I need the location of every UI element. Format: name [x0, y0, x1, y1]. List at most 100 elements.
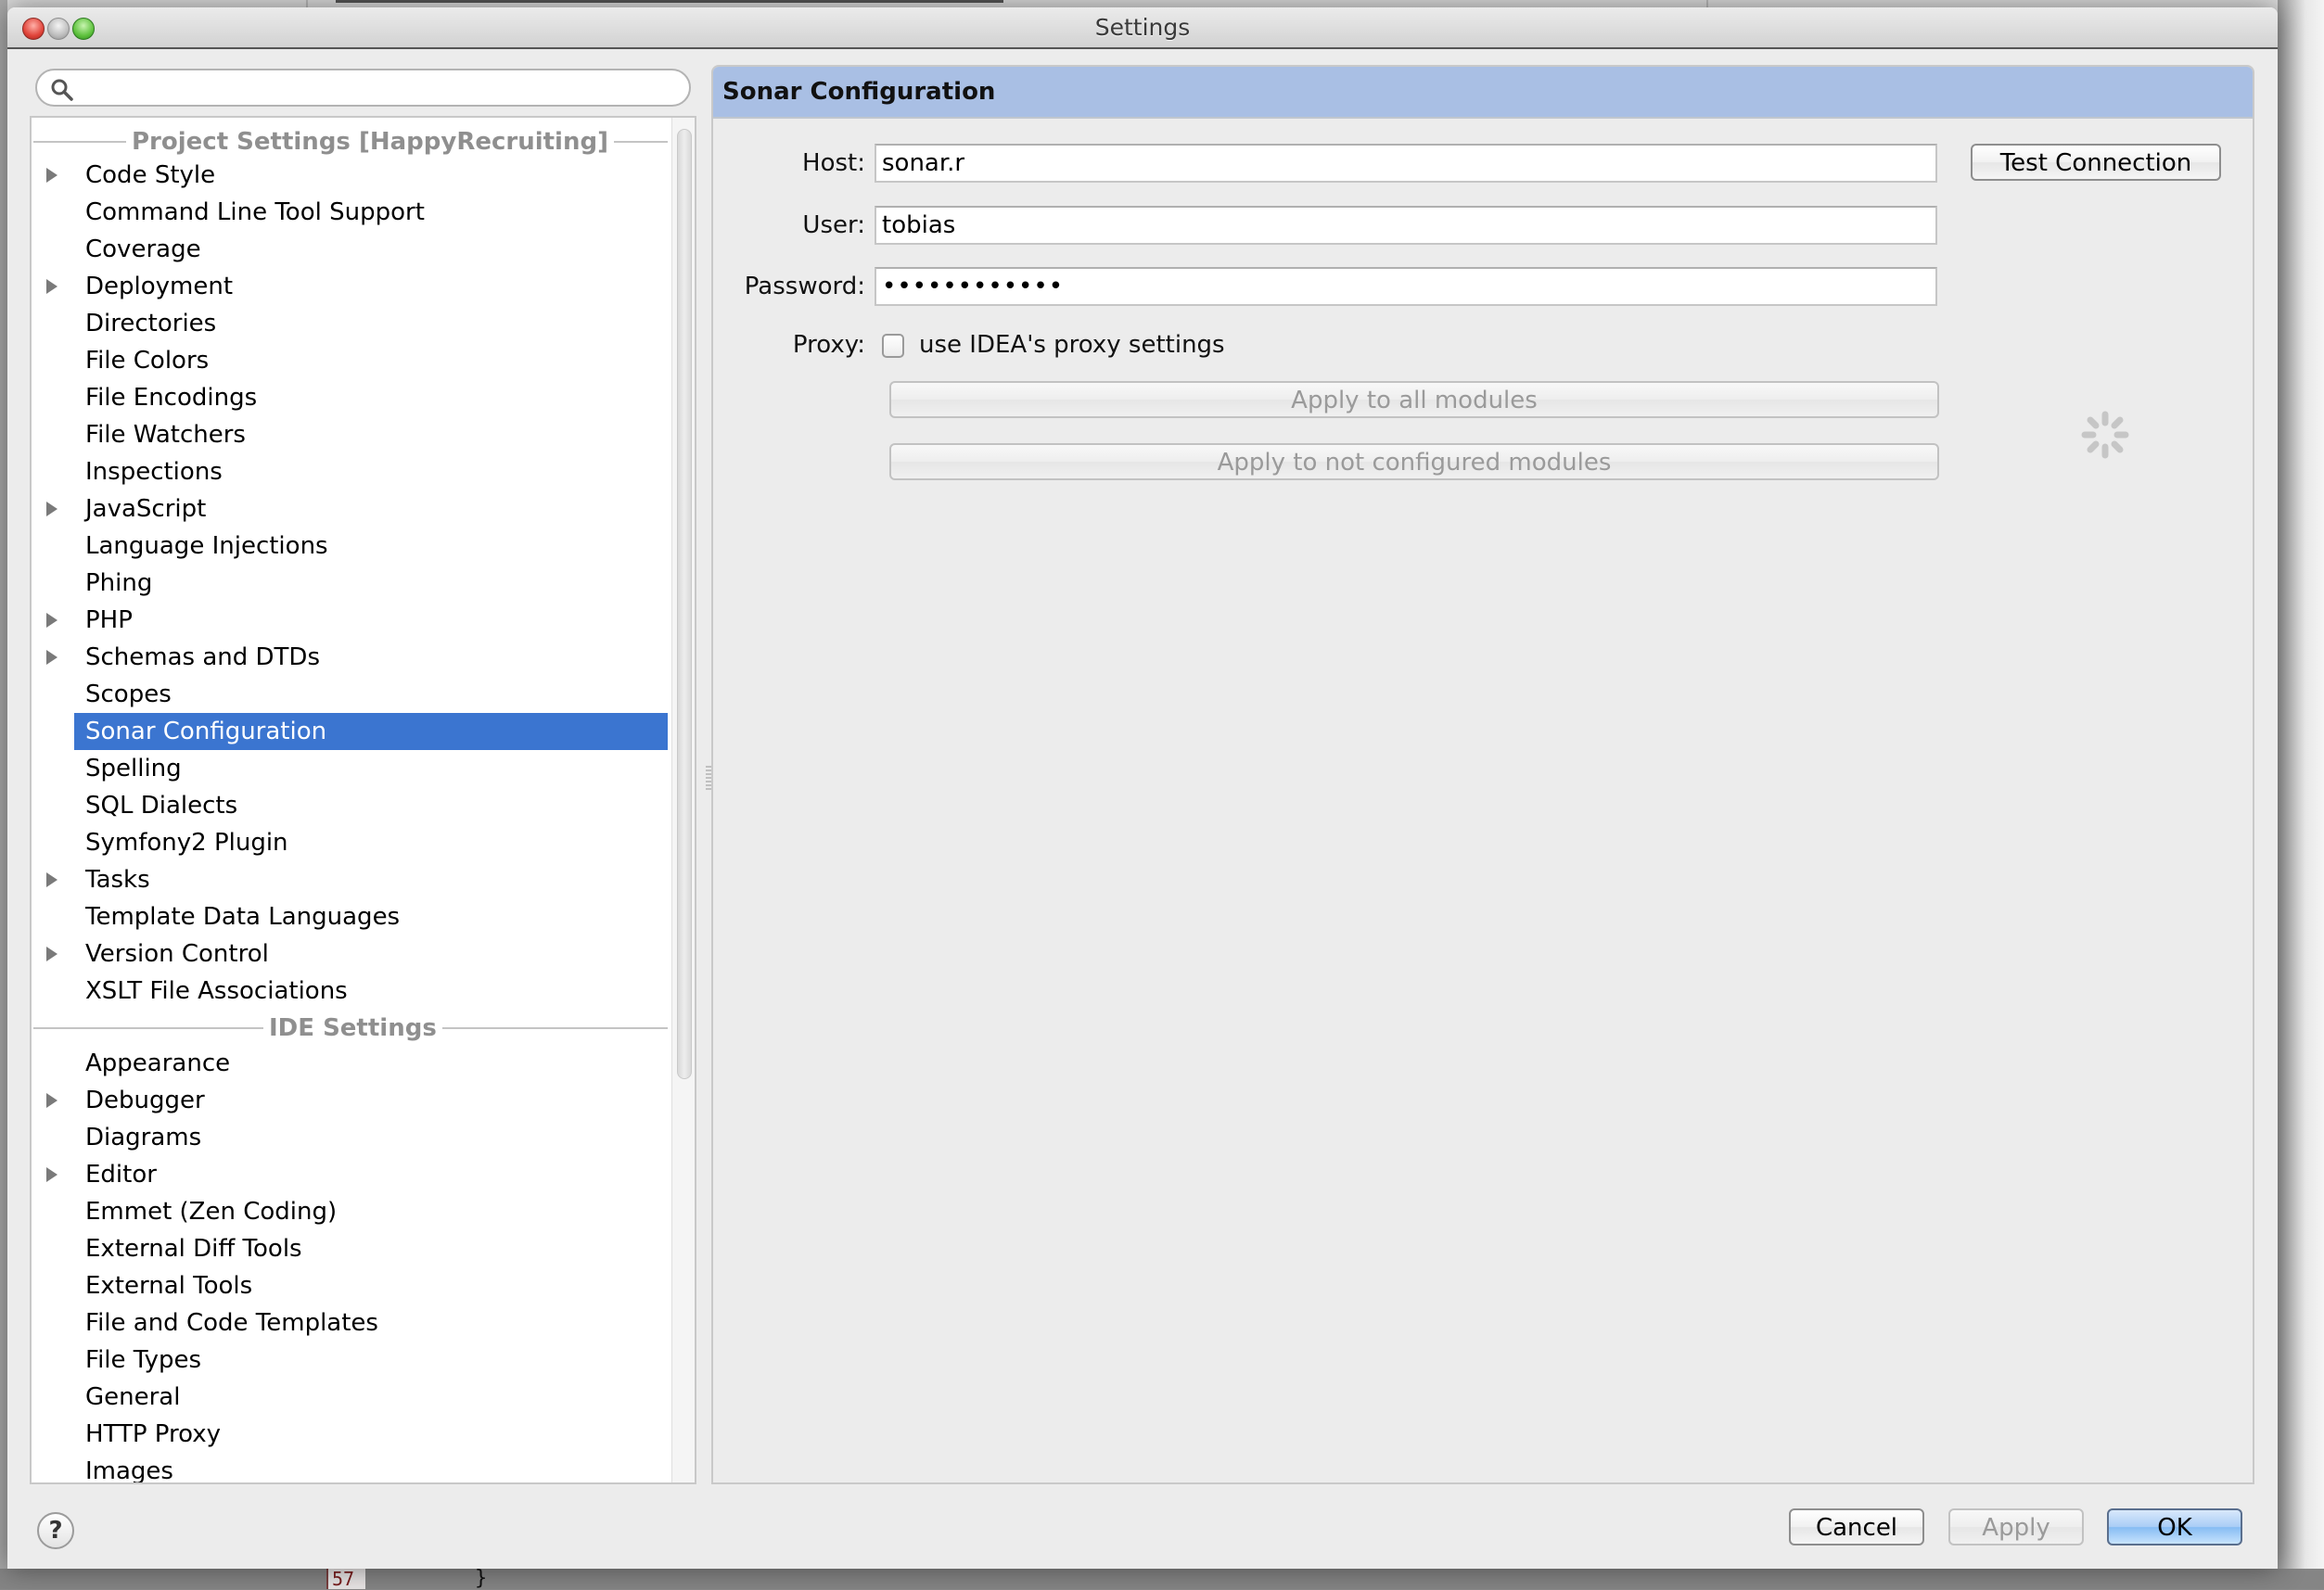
expand-arrow-icon[interactable] [46, 279, 57, 294]
tree-item-label: File and Code Templates [85, 1309, 378, 1337]
tree-group-label: Project Settings [HappyRecruiting] [132, 128, 608, 156]
loading-spinner-icon [2081, 411, 2129, 459]
tree-item-label: HTTP Proxy [85, 1420, 222, 1448]
background-tab-bar [336, 0, 1003, 3]
user-input[interactable] [875, 206, 1937, 245]
tree-item[interactable]: File and Code Templates [32, 1304, 670, 1342]
tree-item[interactable]: Coverage [32, 231, 670, 268]
help-button[interactable]: ? [37, 1512, 74, 1549]
tree-item-label: XSLT File Associations [85, 977, 348, 1005]
tree-item-label: Inspections [85, 458, 223, 486]
tree-scrollbar-thumb[interactable] [677, 129, 692, 1079]
group-divider [441, 1027, 668, 1029]
search-icon [51, 79, 73, 101]
tree-item[interactable]: Appearance [32, 1045, 670, 1082]
tree-item[interactable]: Language Injections [32, 528, 670, 565]
tree-item[interactable]: Debugger [32, 1082, 670, 1119]
tree-item-label: Images [85, 1457, 173, 1484]
tree-item-label: File Types [85, 1346, 202, 1374]
tree-item[interactable]: File Colors [32, 342, 670, 379]
user-label: User: [802, 211, 865, 239]
tree-item[interactable]: External Tools [32, 1267, 670, 1304]
ok-button[interactable]: OK [2107, 1508, 2242, 1545]
background-code-fragment: } [475, 1567, 488, 1590]
tree-item-label: File Watchers [85, 421, 246, 449]
expand-arrow-icon[interactable] [46, 1093, 57, 1108]
tree-item[interactable]: Editor [32, 1156, 670, 1193]
expand-arrow-icon[interactable] [46, 502, 57, 516]
apply-button[interactable]: Apply [1948, 1508, 2084, 1545]
tree-item[interactable]: External Diff Tools [32, 1230, 670, 1267]
tree-item[interactable]: XSLT File Associations [32, 973, 670, 1010]
expand-arrow-icon[interactable] [46, 650, 57, 665]
tree-item[interactable]: Version Control [32, 935, 670, 973]
tree-item[interactable]: Inspections [32, 453, 670, 490]
proxy-label: Proxy: [792, 331, 865, 359]
tree-item-label: Directories [85, 310, 217, 337]
tree-item[interactable]: Tasks [32, 861, 670, 898]
tree-item[interactable]: Diagrams [32, 1119, 670, 1156]
tree-item[interactable]: Symfony2 Plugin [32, 824, 670, 861]
cancel-button[interactable]: Cancel [1789, 1508, 1924, 1545]
tree-item[interactable]: File Encodings [32, 379, 670, 416]
expand-arrow-icon[interactable] [46, 168, 57, 183]
expand-arrow-icon[interactable] [46, 613, 57, 628]
tree-group-label: IDE Settings [269, 1014, 437, 1042]
search-input[interactable] [82, 74, 679, 102]
tree-item[interactable]: Spelling [32, 750, 670, 787]
tree-item-label: Sonar Configuration [85, 718, 327, 745]
tree-item-label: JavaScript [85, 495, 207, 523]
tree-item[interactable]: Directories [32, 305, 670, 342]
tree-item-label: Template Data Languages [85, 903, 401, 931]
tree-item[interactable]: File Watchers [32, 416, 670, 453]
tree-item[interactable]: Code Style [32, 157, 670, 194]
test-connection-button[interactable]: Test Connection [1971, 144, 2221, 181]
tree-item-label: General [85, 1383, 181, 1411]
tree-item-label: Scopes [85, 681, 172, 708]
tree-scrollbar[interactable] [671, 118, 695, 1482]
expand-arrow-icon[interactable] [46, 1167, 57, 1182]
tree-item-label: Command Line Tool Support [85, 198, 425, 226]
password-input[interactable] [875, 267, 1937, 306]
tree-item[interactable]: SQL Dialects [32, 787, 670, 824]
tree-item[interactable]: Command Line Tool Support [32, 194, 670, 231]
tree-item-label: PHP [85, 606, 133, 634]
tree-item[interactable]: Images [32, 1453, 670, 1484]
tree-item[interactable]: Phing [32, 565, 670, 602]
use-idea-proxy-checkbox[interactable] [882, 334, 904, 358]
tree-item[interactable]: Template Data Languages [32, 898, 670, 935]
tree-item[interactable]: Emmet (Zen Coding) [32, 1193, 670, 1230]
tree-item[interactable]: Scopes [32, 676, 670, 713]
tree-item[interactable]: PHP [32, 602, 670, 639]
host-input[interactable] [875, 144, 1937, 183]
tree-item-label: Symfony2 Plugin [85, 829, 288, 857]
background-editor-bottom: 57 } [0, 1567, 2324, 1590]
tree-item[interactable]: HTTP Proxy [32, 1416, 670, 1453]
tree-item[interactable]: Schemas and DTDs [32, 639, 670, 676]
tree-item-label: External Diff Tools [85, 1235, 302, 1263]
use-idea-proxy-label[interactable]: use IDEA's proxy settings [919, 326, 1225, 363]
group-divider [33, 1027, 263, 1029]
title-bar[interactable]: Settings [7, 7, 2278, 49]
settings-search-field[interactable] [35, 69, 691, 107]
tree-item[interactable]: JavaScript [32, 490, 670, 528]
apply-to-all-modules-button[interactable]: Apply to all modules [889, 381, 1939, 418]
tree-item[interactable]: Deployment [32, 268, 670, 305]
settings-dialog: Settings Project Settings [HappyRecruiti… [7, 7, 2278, 1569]
panel-title: Sonar Configuration [722, 78, 996, 106]
background-line-number: 57 [326, 1569, 365, 1589]
tree-item-label: Coverage [85, 235, 201, 263]
expand-arrow-icon[interactable] [46, 872, 57, 887]
tree-item[interactable]: General [32, 1379, 670, 1416]
tree-item[interactable]: Sonar Configuration [32, 713, 670, 750]
tree-item[interactable]: File Types [32, 1342, 670, 1379]
tree-item-label: Debugger [85, 1087, 205, 1114]
tree-item-label: Diagrams [85, 1124, 202, 1151]
settings-tree: Project Settings [HappyRecruiting] Code S… [30, 116, 696, 1484]
expand-arrow-icon[interactable] [46, 947, 57, 961]
tree-item-label: Deployment [85, 273, 234, 300]
apply-to-not-configured-modules-button[interactable]: Apply to not configured modules [889, 443, 1939, 480]
tree-group-header: IDE Settings [33, 1010, 668, 1047]
tree-item-label: Code Style [85, 161, 216, 189]
tree-item-label: Emmet (Zen Coding) [85, 1198, 338, 1226]
